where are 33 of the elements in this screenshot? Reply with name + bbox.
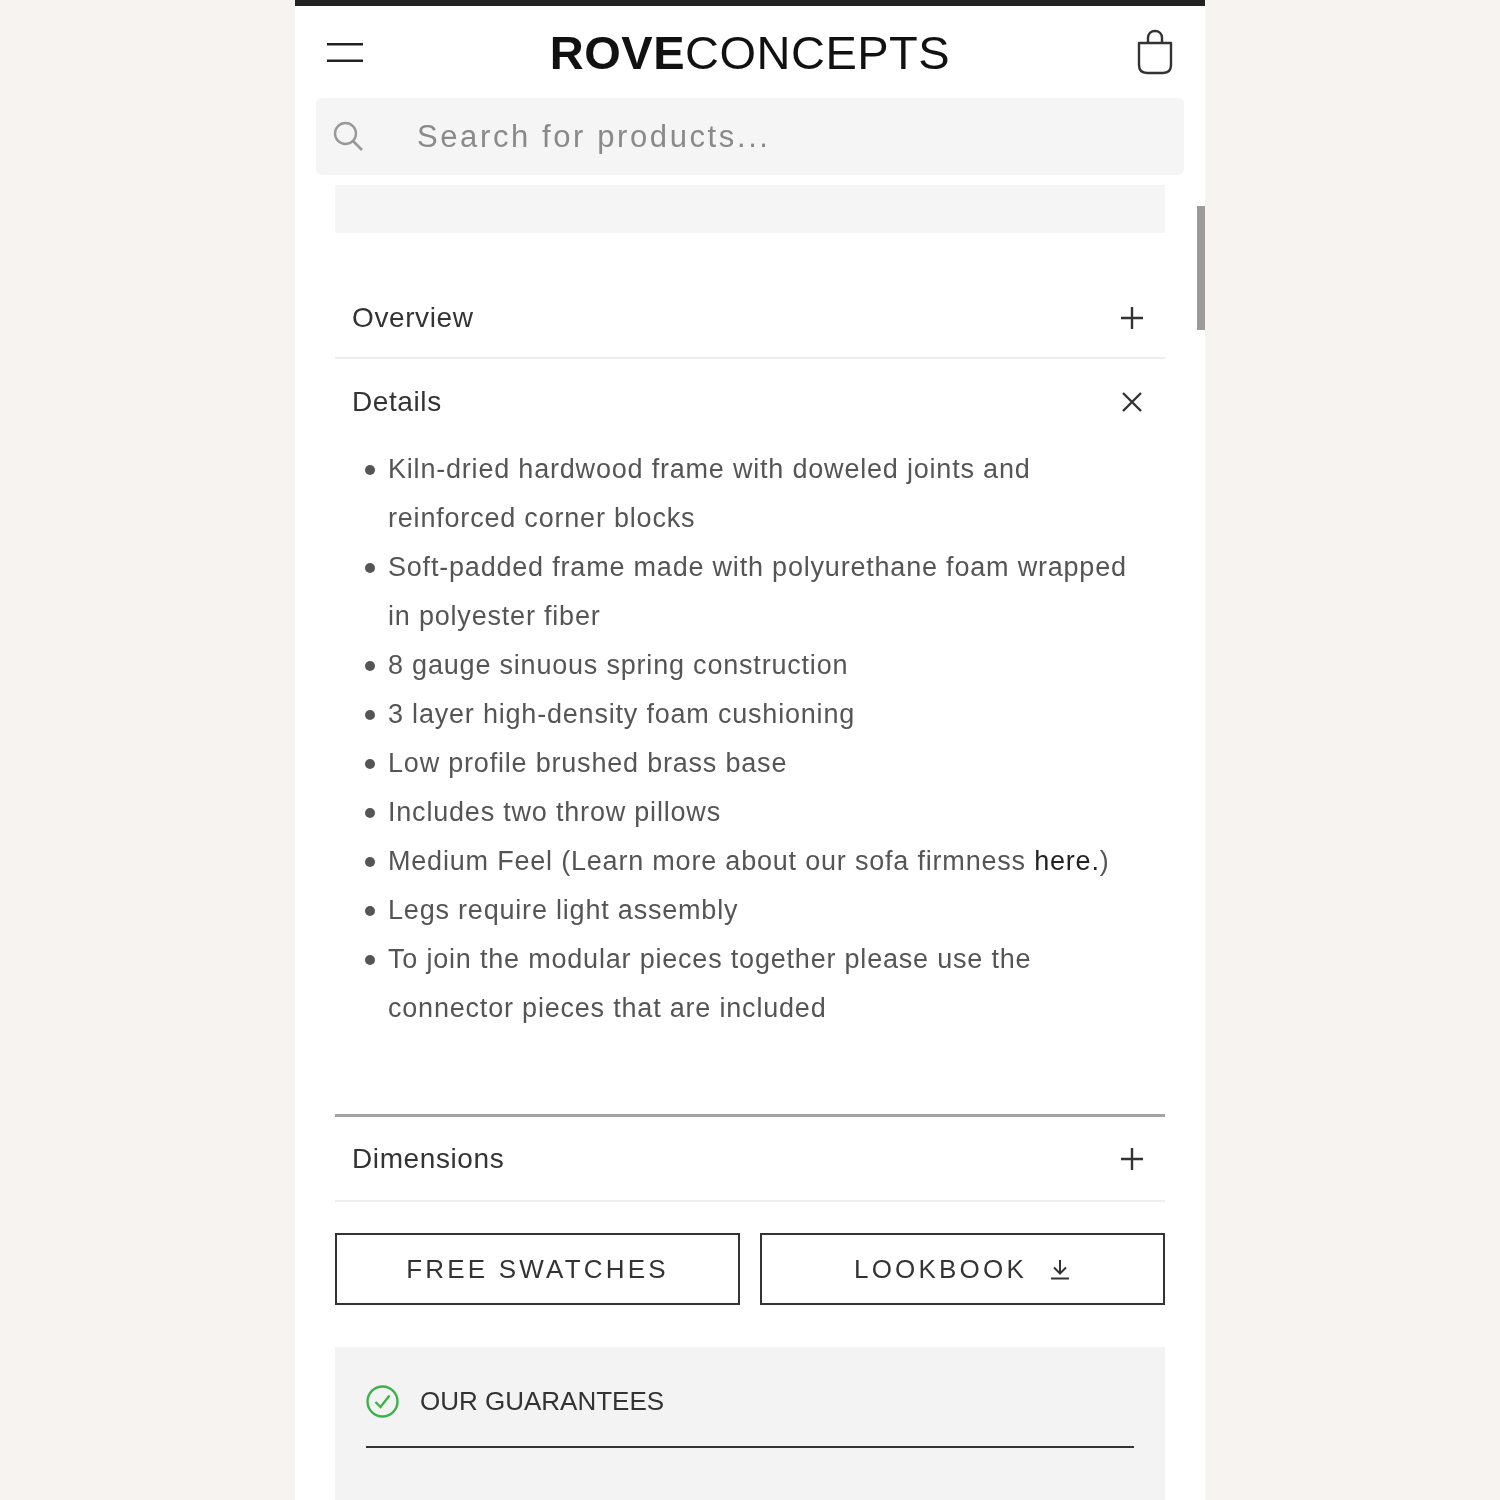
- bullet-dot-icon: [365, 464, 375, 475]
- accordion-header[interactable]: Dimensions: [335, 1117, 1165, 1200]
- firmness-link[interactable]: here.: [1034, 846, 1100, 876]
- bullet-text: To join the modular pieces together please use the connector pieces that are included: [388, 943, 1033, 1025]
- bullet-text: Low profile brushed brass base: [388, 747, 788, 780]
- guarantees-title: OUR GUARANTEES: [420, 1384, 665, 1418]
- bullet-text: Includes two throw pillows: [388, 796, 721, 829]
- bullet-text: Medium Feel (Learn more about our sofa firmness here.): [388, 845, 1110, 878]
- logo[interactable]: ROVECONCEPTS: [549, 28, 951, 76]
- bullet-dot-icon: [365, 758, 375, 769]
- accordion-header[interactable]: Overview: [335, 278, 1165, 357]
- bullet-text: 3 layer high-density foam cushioning: [388, 698, 856, 731]
- swatches-button[interactable]: FREE SWATCHES: [335, 1233, 740, 1305]
- check-circle-icon: [366, 1384, 399, 1418]
- search-icon: [333, 121, 364, 152]
- bullet-dot-icon: [365, 856, 375, 867]
- accordion-header[interactable]: Details: [335, 359, 1165, 445]
- bullet-text: Legs require light assembly: [388, 894, 739, 927]
- bullet-dot-icon: [365, 562, 375, 573]
- bullet-text: Soft-padded frame made with polyurethane foam wrapped in polyester fiber: [388, 551, 1128, 633]
- search-field[interactable]: Search for products...: [316, 98, 1184, 175]
- download-icon: [1049, 1258, 1071, 1280]
- menu-icon[interactable]: [327, 42, 363, 62]
- bullet-text: Kiln-dried hardwood frame with doweled joints and reinforced corner blocks: [388, 453, 1032, 535]
- bullet-dot-icon: [365, 660, 375, 671]
- bullet-text: 8 gauge sinuous spring construction: [388, 649, 849, 682]
- bullet-dot-icon: [365, 709, 375, 720]
- bullet-dot-icon: [365, 905, 375, 916]
- scrollbar-thumb[interactable]: [1197, 206, 1205, 330]
- lookbook-button[interactable]: LOOKBOOK: [760, 1233, 1165, 1305]
- bullet-dot-icon: [365, 954, 375, 965]
- bullet-dot-icon: [365, 807, 375, 818]
- shopping-bag-icon[interactable]: [1137, 29, 1173, 75]
